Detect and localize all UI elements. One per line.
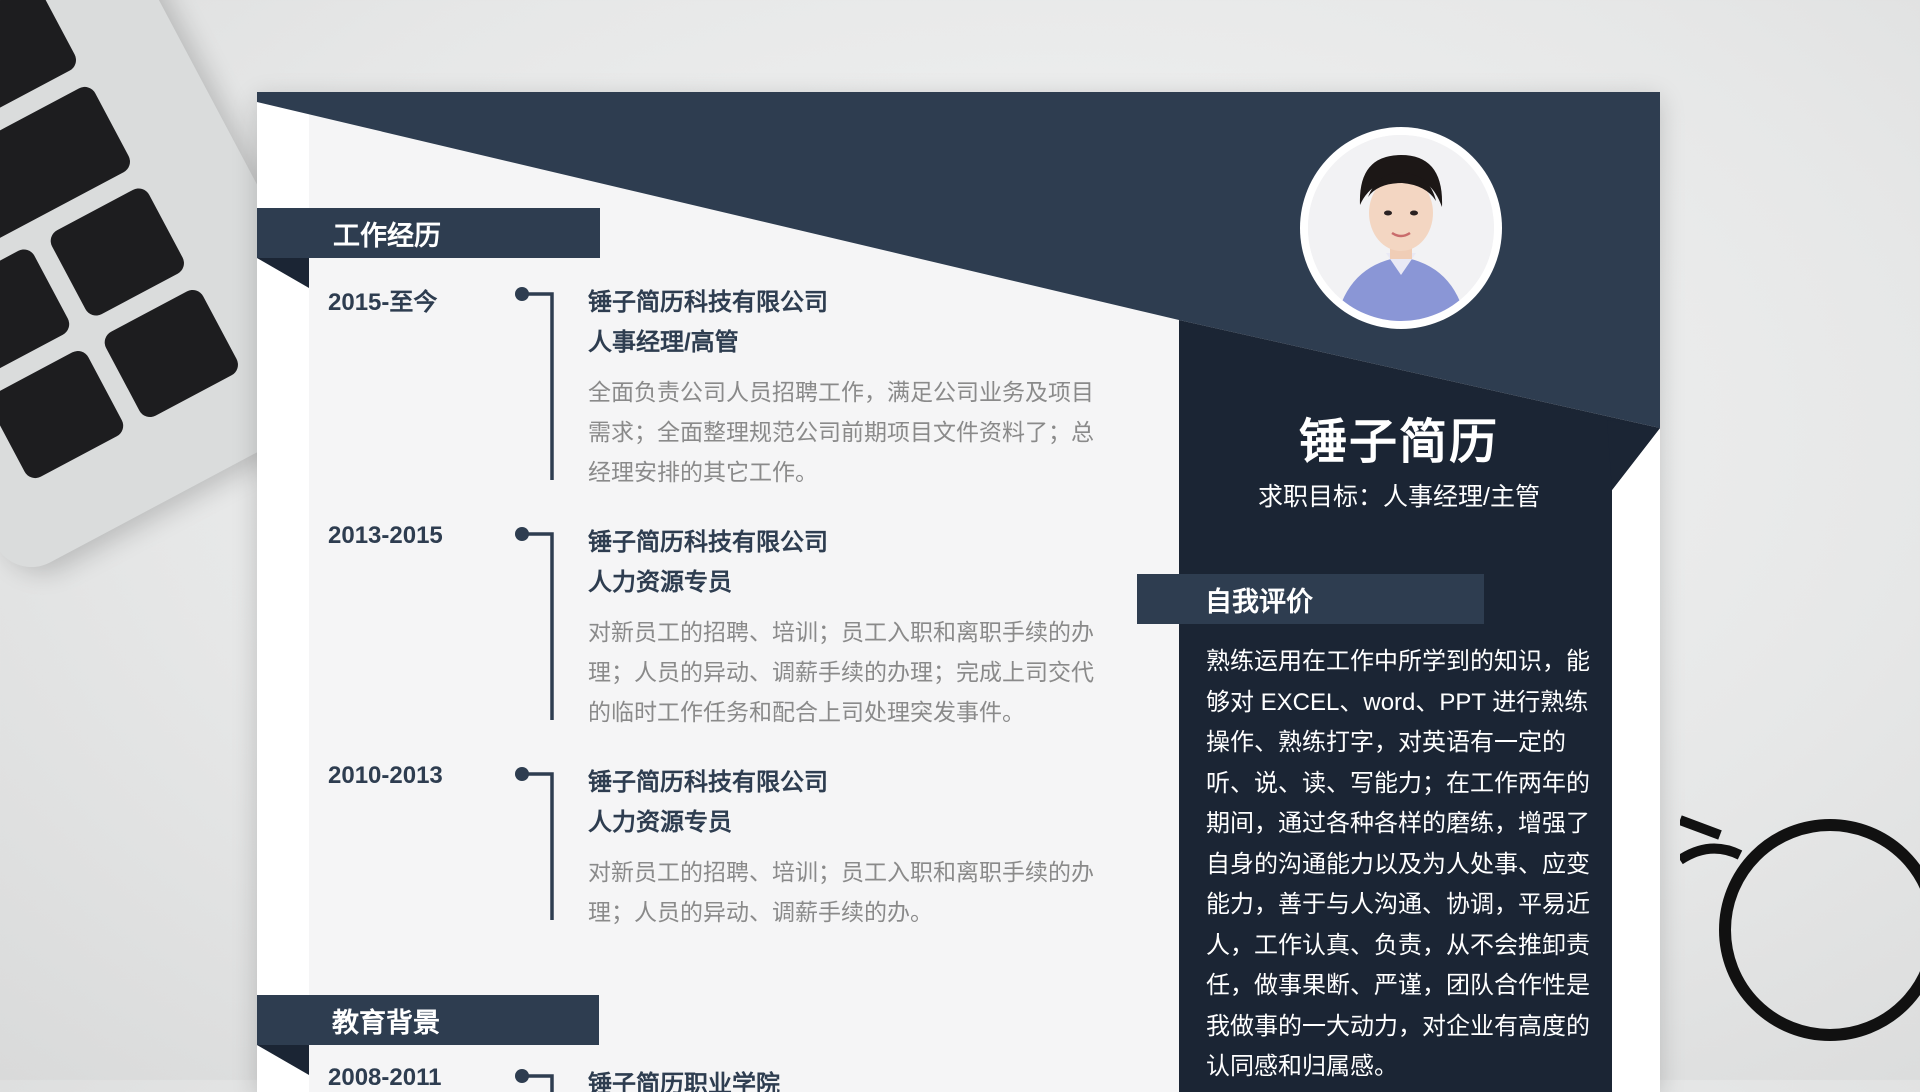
self-evaluation-text: 熟练运用在工作中所学到的知识，能够对 EXCEL、word、PPT 进行熟练操作… [1206, 648, 1590, 1080]
glasses-decoration [1680, 815, 1920, 1041]
education-period: 2008-2011 [328, 1064, 442, 1091]
job-period: 2013-2015 [328, 522, 443, 549]
job-description: 对新员工的招聘、培训；员工入职和离职手续的办理；人员的异动、调薪手续的办理；完成… [588, 619, 1094, 725]
person-photo-icon [1308, 135, 1494, 321]
section-header-tail [257, 1045, 309, 1075]
section-header-tail [257, 258, 309, 288]
section-header-education: 教育背景 [257, 995, 599, 1045]
timeline-marker [515, 1069, 554, 1092]
job-title: 人事经理/高管 [588, 329, 739, 356]
job-title: 人力资源专员 [588, 569, 732, 596]
avatar [1300, 127, 1502, 329]
job-company: 锤子简历科技有限公司 [588, 769, 828, 796]
section-header-work: 工作经历 [257, 208, 600, 258]
education-school: 锤子简历职业学院 [588, 1071, 780, 1092]
section-header-self: 自我评价 [1137, 574, 1484, 624]
job-description: 全面负责公司人员招聘工作，满足公司业务及项目需求；全面整理规范公司前期项目文件资… [588, 379, 1094, 485]
job-period: 2010-2013 [328, 762, 443, 789]
section-title-education: 教育背景 [332, 1007, 440, 1038]
resume-page: 工作经历 2015-至今 锤子简历科技有限公司 人事经理/高管 全面负责公司人员… [257, 92, 1660, 1092]
timeline-marker [515, 527, 554, 720]
job-description: 对新员工的招聘、培训；员工入职和离职手续的办理；人员的异动、调薪手续的办。 [588, 859, 1094, 925]
timeline-marker [515, 767, 554, 920]
candidate-name: 锤子简历 [1298, 416, 1499, 469]
timeline-marker [515, 287, 554, 480]
job-period: 2015-至今 [328, 289, 438, 316]
job-company: 锤子简历科技有限公司 [588, 529, 828, 556]
job-goal: 求职目标：人事经理/主管 [1258, 483, 1540, 511]
section-title-work: 工作经历 [333, 220, 441, 251]
job-title: 人力资源专员 [588, 809, 732, 836]
job-company: 锤子简历科技有限公司 [588, 289, 828, 316]
section-title-self: 自我评价 [1205, 586, 1313, 617]
